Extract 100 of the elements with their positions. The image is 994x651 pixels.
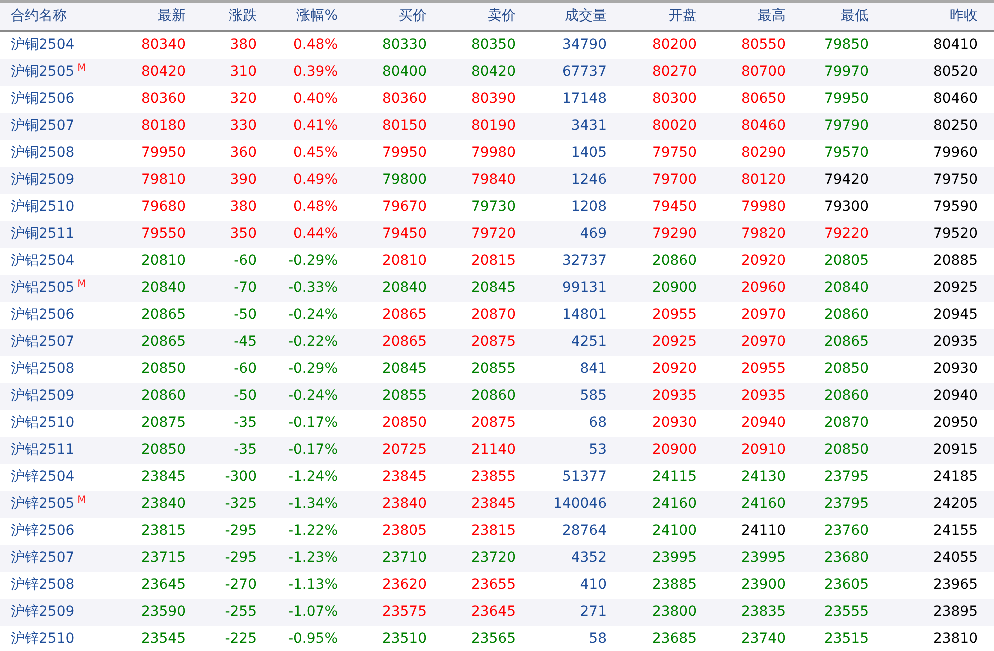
- table-cell-text: 20885: [932, 252, 979, 271]
- table-cell: 20915: [869, 437, 994, 464]
- column-header[interactable]: 买价: [338, 3, 427, 32]
- table-cell-text: 20855: [470, 360, 516, 379]
- table-cell: -325: [186, 491, 257, 518]
- contract-name: 沪锌2505 $^{M}$: [0, 491, 110, 518]
- table-cell-text: 23810: [932, 630, 979, 649]
- column-header[interactable]: 开盘: [607, 3, 697, 32]
- table-cell: 80420: [427, 59, 516, 86]
- table-cell-text: 14801: [561, 306, 607, 325]
- table-cell-text: 80360: [140, 90, 186, 109]
- table-cell-text: 0.45%: [292, 144, 338, 163]
- table-cell: 23710: [338, 545, 427, 572]
- table-cell: 79970: [786, 59, 869, 86]
- table-cell: -1.23%: [257, 545, 338, 572]
- table-cell-text: 17148: [561, 90, 607, 109]
- table-cell: 79820: [697, 221, 786, 248]
- table-cell: 23845: [427, 491, 516, 518]
- table-cell-text: 23620: [381, 576, 427, 595]
- column-header[interactable]: 涨跌: [186, 3, 257, 32]
- table-cell: 23645: [427, 599, 516, 626]
- table-cell: -0.24%: [257, 383, 338, 410]
- table-cell-text: -295: [224, 522, 257, 541]
- table-cell-text: 23965: [932, 576, 979, 595]
- table-cell: 99131: [516, 275, 607, 302]
- contract-name: 沪铝2507: [0, 329, 110, 356]
- column-header[interactable]: 卖价: [427, 3, 516, 32]
- table-cell: 20935: [869, 329, 994, 356]
- table-cell-text: -60: [233, 360, 257, 379]
- table-cell-text: 20860: [651, 252, 697, 271]
- contract-name: 沪铜2510: [10, 198, 76, 217]
- column-header[interactable]: 最高: [697, 3, 786, 32]
- table-cell: 23895: [869, 599, 994, 626]
- table-cell-text: 20850: [381, 414, 427, 433]
- table-cell-text: 410: [579, 576, 607, 595]
- table-cell: 24160: [697, 491, 786, 518]
- table-cell-text: 20955: [740, 360, 786, 379]
- table-cell-text: 24130: [740, 468, 786, 487]
- table-cell: 0.39%: [257, 59, 338, 86]
- contract-name: 沪铜2507: [0, 113, 110, 140]
- table-cell-text: 23845: [381, 468, 427, 487]
- table-cell: 79720: [427, 221, 516, 248]
- column-header[interactable]: 昨收: [869, 3, 994, 32]
- contract-name: 沪铝2509: [0, 383, 110, 410]
- contract-name: 沪铜2505 $^{M}$: [0, 59, 110, 86]
- table-cell-text: 20945: [932, 306, 979, 325]
- table-cell: -70: [186, 275, 257, 302]
- table-cell: 53: [516, 437, 607, 464]
- table-cell-text: 23805: [381, 522, 427, 541]
- contract-name: 沪锌2504: [10, 468, 76, 487]
- table-cell: 20855: [338, 383, 427, 410]
- contract-name: 沪锌2506: [10, 522, 76, 541]
- table-cell-text: 24100: [651, 522, 697, 541]
- table-cell-text: 24115: [651, 468, 697, 487]
- table-cell-text: -60: [233, 252, 257, 271]
- table-cell-text: 20815: [470, 252, 516, 271]
- main-contract-label: M: [78, 495, 86, 506]
- column-header[interactable]: 最新: [110, 3, 186, 32]
- column-header[interactable]: 最低: [786, 3, 869, 32]
- table-cell: 23680: [786, 545, 869, 572]
- table-cell-text: 23645: [140, 576, 186, 595]
- table-cell-text: 20940: [740, 414, 786, 433]
- table-cell: 67737: [516, 59, 607, 86]
- table-cell: 79220: [786, 221, 869, 248]
- table-cell: 20865: [786, 329, 869, 356]
- table-cell: 80180: [110, 113, 186, 140]
- column-header[interactable]: 合约名称: [0, 3, 110, 32]
- column-header[interactable]: 成交量: [516, 3, 607, 32]
- main-contract-label: M: [78, 279, 86, 290]
- table-cell: 79800: [338, 167, 427, 194]
- table-cell: 23720: [427, 545, 516, 572]
- table-cell-text: 24110: [740, 522, 786, 541]
- table-cell-text: -35: [233, 414, 257, 433]
- table-cell-text: 79950: [823, 90, 869, 109]
- contract-name: 沪锌2509: [0, 599, 110, 626]
- table-cell-text: 80290: [740, 144, 786, 163]
- table-cell: 80460: [697, 113, 786, 140]
- table-cell: 79790: [786, 113, 869, 140]
- table-cell: 79700: [607, 167, 697, 194]
- table-cell-text: 20850: [823, 360, 869, 379]
- table-cell-text: 20920: [651, 360, 697, 379]
- table-cell-text: -0.17%: [287, 414, 338, 433]
- table-cell: 24160: [607, 491, 697, 518]
- table-cell-text: -0.29%: [287, 360, 338, 379]
- table-cell: 24055: [869, 545, 994, 572]
- table-cell: -45: [186, 329, 257, 356]
- table-cell-text: -50: [233, 306, 257, 325]
- column-header[interactable]: 涨幅%: [257, 3, 338, 32]
- contract-name: 沪锌2510: [10, 630, 76, 649]
- table-cell: 4352: [516, 545, 607, 572]
- main-contract-label: M: [78, 63, 86, 74]
- contract-name: 沪铝2506: [10, 306, 76, 325]
- table-cell: -1.07%: [257, 599, 338, 626]
- table-cell-text: 20875: [470, 414, 516, 433]
- table-cell-text: 80350: [470, 36, 516, 55]
- table-cell: 4251: [516, 329, 607, 356]
- table-cell: 0.41%: [257, 113, 338, 140]
- table-cell-text: 80410: [932, 36, 979, 55]
- table-cell: 20940: [869, 383, 994, 410]
- table-cell-text: 1208: [570, 198, 607, 217]
